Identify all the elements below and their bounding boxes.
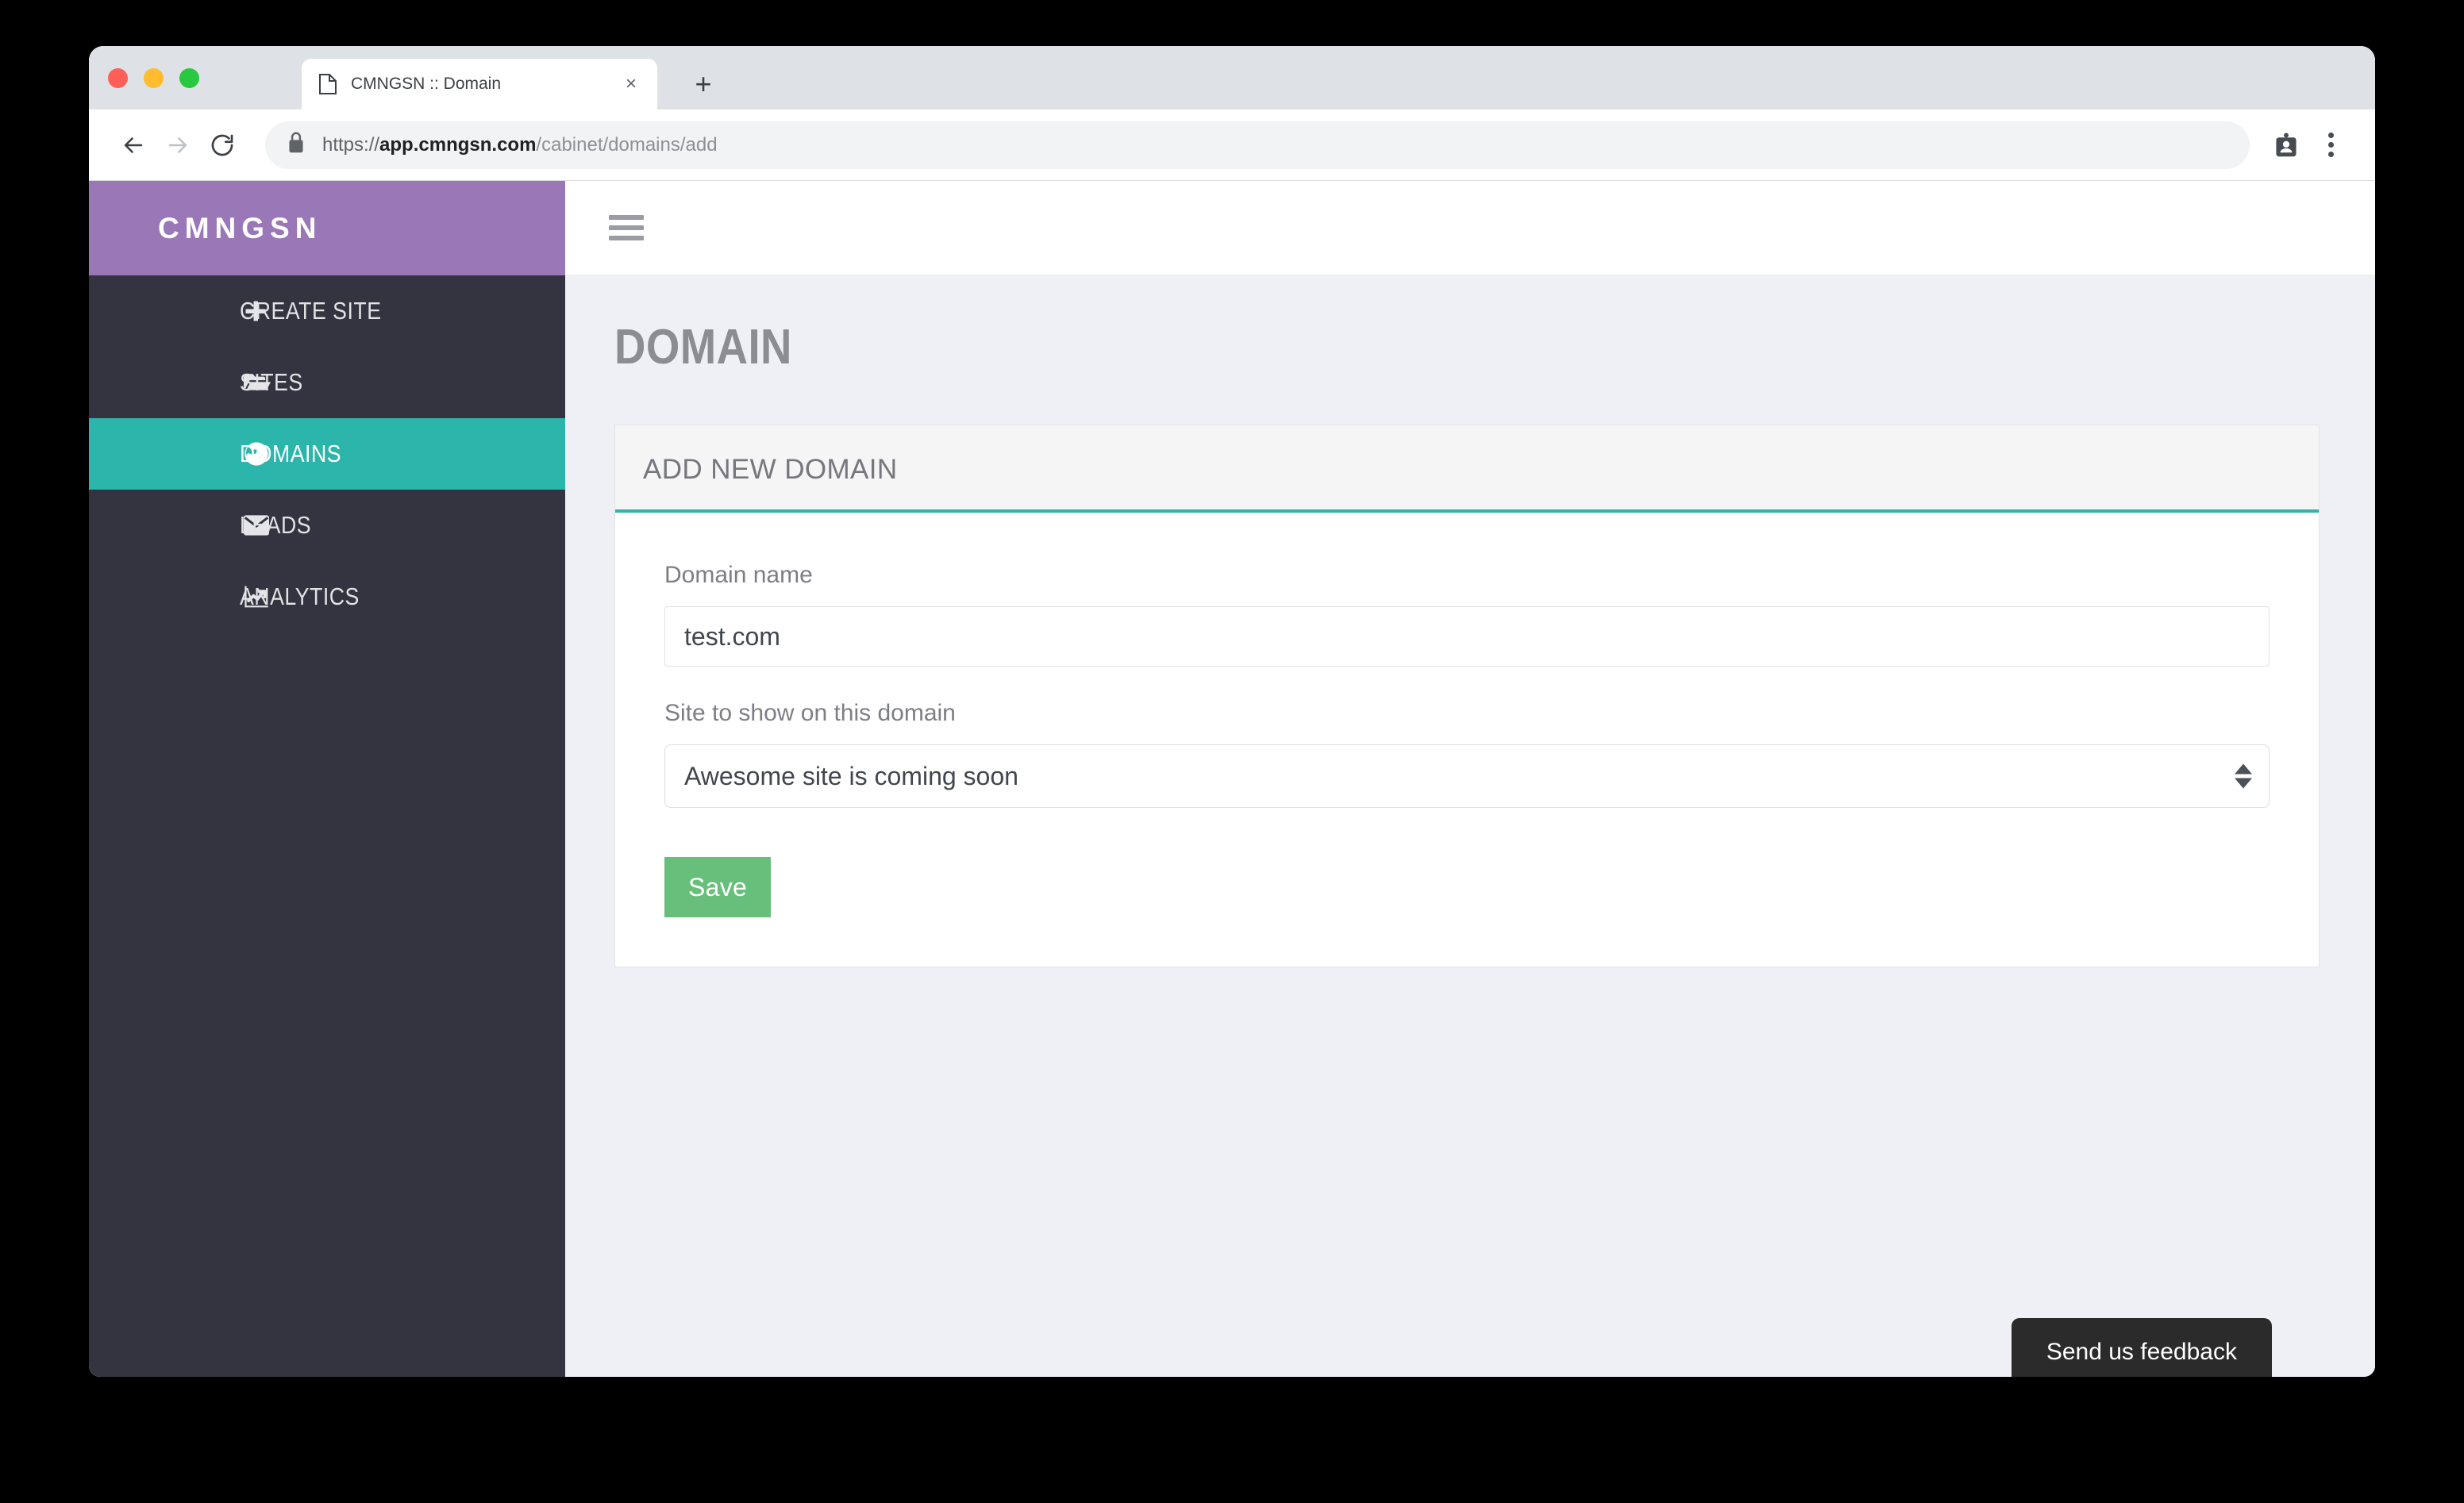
domain-name-label: Domain name: [664, 562, 813, 588]
address-bar[interactable]: https://app.cmngsn.com/cabinet/domains/a…: [265, 121, 2250, 169]
sidebar-item-label: Analytics: [240, 582, 360, 610]
sidebar-item-label: Create site: [240, 297, 382, 325]
contact-card-icon[interactable]: [2264, 123, 2308, 167]
sidebar-item-sites[interactable]: Sites: [89, 347, 565, 418]
app-topbar: [565, 181, 2375, 275]
sidebar-item-analytics[interactable]: Analytics: [89, 561, 565, 632]
document-icon: [319, 74, 337, 94]
browser-tab-title: CMNGSN :: Domain: [351, 75, 502, 93]
lock-icon: [287, 132, 305, 158]
url-host: app.cmngsn.com: [379, 133, 537, 156]
panel-body: Domain name Site to show on this domain …: [615, 513, 2319, 967]
arrow-left-icon[interactable]: [111, 123, 156, 167]
new-tab-button[interactable]: +: [686, 67, 721, 102]
browser-tab[interactable]: CMNGSN :: Domain ×: [302, 59, 657, 110]
arrow-right-icon[interactable]: [156, 123, 200, 167]
close-window-button[interactable]: [108, 68, 128, 88]
reload-icon[interactable]: [200, 123, 244, 167]
url-path: /cabinet/domains/add: [536, 133, 718, 156]
main-area: Domain Add new domain Domain name Site t…: [565, 181, 2375, 1377]
page-title: Domain: [614, 320, 792, 375]
domain-name-field-group: Domain name: [664, 562, 2270, 667]
sidebar-item-create-site[interactable]: Create site: [89, 275, 565, 347]
site-to-show-select[interactable]: Awesome site is coming soon: [664, 744, 2270, 808]
site-to-show-field-group: Site to show on this domain Awesome site…: [664, 700, 2270, 808]
hamburger-icon[interactable]: [609, 215, 644, 240]
sidebar-item-label: Sites: [240, 368, 303, 396]
sidebar: CMNGSN Create site: [89, 181, 565, 1377]
site-to-show-label: Site to show on this domain: [664, 700, 956, 726]
sidebar-item-label: Domains: [240, 440, 342, 467]
maximize-window-button[interactable]: [179, 68, 199, 88]
close-icon[interactable]: ×: [618, 71, 645, 98]
sidebar-item-label: Leads: [240, 511, 312, 539]
domain-name-input[interactable]: [664, 606, 2270, 667]
save-button[interactable]: Save: [664, 857, 772, 917]
window-traffic-lights: [108, 68, 199, 88]
sidebar-item-domains[interactable]: Domains: [89, 418, 565, 490]
browser-window: CMNGSN :: Domain × + https://app.cmngsn.…: [89, 46, 2375, 1377]
address-bar-url: https://app.cmngsn.com/cabinet/domains/a…: [322, 134, 718, 156]
send-feedback-button[interactable]: Send us feedback: [2011, 1318, 2272, 1377]
app-page: CMNGSN Create site: [89, 181, 2375, 1377]
url-scheme: https://: [322, 133, 380, 156]
brand-logo-text: CMNGSN: [158, 211, 322, 244]
kebab-menu-icon[interactable]: [2308, 123, 2353, 167]
main-content: Domain Add new domain Domain name Site t…: [565, 275, 2375, 1377]
sidebar-nav: Create site Sites: [89, 275, 565, 632]
panel-title: Add new domain: [643, 454, 898, 485]
sidebar-brand[interactable]: CMNGSN: [89, 181, 565, 275]
add-new-domain-panel: Add new domain Domain name Site to show …: [614, 425, 2320, 967]
panel-header: Add new domain: [615, 425, 2319, 513]
site-to-show-selected-value: Awesome site is coming soon: [664, 744, 2270, 808]
browser-toolbar: https://app.cmngsn.com/cabinet/domains/a…: [89, 110, 2375, 181]
browser-tab-strip: CMNGSN :: Domain × +: [89, 46, 2375, 110]
stepper-arrows-icon: [2235, 763, 2252, 789]
sidebar-item-leads[interactable]: Leads: [89, 490, 565, 561]
minimize-window-button[interactable]: [144, 68, 164, 88]
